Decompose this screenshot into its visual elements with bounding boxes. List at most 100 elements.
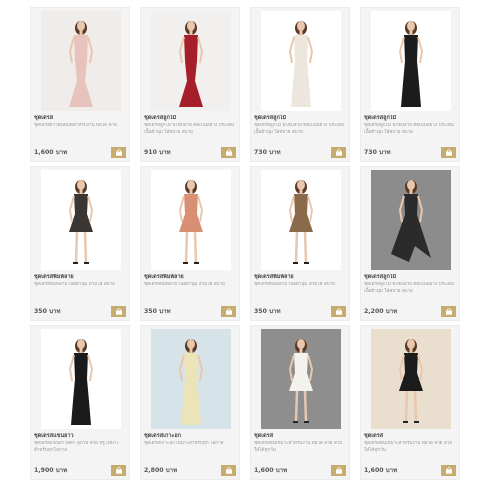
product-grid: ชุดเดรส ชุดเดรสยาวตีนพบดสำหรับงาน พิธีใด … [30,7,460,480]
product-price: 350 บาท [254,308,281,315]
product-info: ชุดเดรสลูกไม้ ชุดเดรสลูกไม้ พิไซปลาย ติดเ… [364,274,456,295]
add-to-cart-button[interactable] [441,306,456,317]
product-image[interactable] [261,170,341,270]
product-image[interactable] [371,170,451,270]
product-price: 1,600 บาท [34,149,68,156]
product-name[interactable]: ชุดเดรส [34,115,126,122]
product-image[interactable] [261,11,341,111]
model-face [297,180,305,190]
product-image[interactable] [151,11,231,111]
product-card[interactable]: ชุดเดรสลูกไม้ ชุดเดรสลูกไม้ พิไซปลาย ติดเ… [250,7,350,162]
product-card[interactable]: ชุดเดรสแขนยาว ชุดเดรสแขนยาวสีดำ สุภาพ สวย… [30,325,130,480]
add-to-cart-button[interactable] [441,465,456,476]
product-info: ชุดเดรส ชุดเดรสสั้นเหมาะสำหรับงาน พิธีใด … [364,433,456,454]
shopping-bag-icon [225,308,232,315]
product-info: ชุดเดรสลูกไม้ ชุดเดรสลูกไม้ พิไซปลาย ติดเ… [254,115,346,136]
add-to-cart-button[interactable] [221,465,236,476]
product-image[interactable] [41,170,121,270]
product-description: ชุดเดรสลูกไม้ พิไซปลาย ติดเป็นอย่าง ประเ… [364,282,454,294]
product-price: 350 บาท [34,308,61,315]
product-info: ชุดเดรสลูกไม้ ชุดเดรสลูกไม้ พิไซปลาย ติดเ… [144,115,236,136]
product-image[interactable] [371,329,451,429]
product-card[interactable]: ชุดเดรสลูกไม้ ชุดเดรสลูกไม้ พิไซปลาย ติดเ… [140,7,240,162]
product-description: ชุดเดรสพิมพ์ลาย เนื้อผ้านุ่ม สวมใส่ สบาย [34,282,115,287]
product-card[interactable]: ชุดเดรสพิมพ์ลาย ชุดเดรสพิมพ์ลาย เนื้อผ้าน… [30,166,130,321]
product-info: ชุดเดรส ชุดเดรสยาวตีนพบดสำหรับงาน พิธีใด … [34,115,126,136]
product-name[interactable]: ชุดเดรส [364,433,456,440]
product-price: 2,200 บาท [364,308,398,315]
shopping-bag-icon [335,149,342,156]
product-image[interactable] [151,329,231,429]
product-name[interactable]: ชุดเดรสพิมพ์ลาย [254,274,346,281]
shopping-bag-icon [445,149,452,156]
product-description: ชุดเดรสลูกไม้ พิไซปลาย ติดเป็นอย่าง ประเ… [254,123,344,135]
shopping-bag-icon [225,467,232,474]
product-card[interactable]: ชุดเดรส ชุดเดรสสั้นเหมาะสำหรับงาน พิธีใด … [250,325,350,480]
product-info: ชุดเดรสพิมพ์ลาย ชุดเดรสพิมพ์ลาย เนื้อผ้าน… [144,274,236,295]
product-name[interactable]: ชุดเดรสลูกไม้ [254,115,346,122]
product-price: 1,900 บาท [34,467,68,474]
product-name[interactable]: ชุดเดรสพิมพ์ลาย [34,274,126,281]
product-image[interactable] [151,170,231,270]
add-to-cart-button[interactable] [111,465,126,476]
shopping-bag-icon [445,308,452,315]
product-card[interactable]: ชุดเดรส ชุดเดรสสั้นเหมาะสำหรับงาน พิธีใด … [360,325,460,480]
product-description: ชุดเดรสลูกไม้ พิไซปลาย ติดเป็นอย่าง ประเ… [144,123,234,135]
product-description: ชุดเดรสเกาะอก เหมาะสำหรับทุก โอกาส [144,441,224,446]
model-face [407,180,415,190]
product-card[interactable]: ชุดเดรสพิมพ์ลาย ชุดเดรสพิมพ์ลาย เนื้อผ้าน… [250,166,350,321]
product-image[interactable] [371,11,451,111]
shopping-bag-icon [115,467,122,474]
product-image[interactable] [41,329,121,429]
product-price: 730 บาท [364,149,391,156]
model-face [187,21,195,31]
product-price: 730 บาท [254,149,281,156]
product-image[interactable] [41,11,121,111]
product-name[interactable]: ชุดเดรสลูกไม้ [364,115,456,122]
product-card[interactable]: ชุดเดรสลูกไม้ ชุดเดรสลูกไม้ พิไซปลาย ติดเ… [360,166,460,321]
model-face [77,21,85,31]
product-name[interactable]: ชุดเดรสแขนยาว [34,433,126,440]
product-description: ชุดเดรสพิมพ์ลาย เนื้อผ้านุ่ม สวมใส่ สบาย [144,282,225,287]
model-face [187,180,195,190]
shopping-bag-icon [445,467,452,474]
product-image[interactable] [261,329,341,429]
product-info: ชุดเดรสพิมพ์ลาย ชุดเดรสพิมพ์ลาย เนื้อผ้าน… [34,274,126,295]
product-name[interactable]: ชุดเดรส [254,433,346,440]
product-name[interactable]: ชุดเดรสพิมพ์ลาย [144,274,236,281]
product-info: ชุดเดรสพิมพ์ลาย ชุดเดรสพิมพ์ลาย เนื้อผ้าน… [254,274,346,295]
product-card[interactable]: ชุดเดรส ชุดเดรสยาวตีนพบดสำหรับงาน พิธีใด … [30,7,130,162]
product-card[interactable]: ชุดเดรสลูกไม้ ชุดเดรสลูกไม้ พิไซปลาย ติดเ… [360,7,460,162]
product-info: ชุดเดรสเกาะอก ชุดเดรสเกาะอก เหมาะสำหรับทุ… [144,433,236,454]
add-to-cart-button[interactable] [331,306,346,317]
add-to-cart-button[interactable] [111,306,126,317]
product-price: 2,800 บาท [144,467,178,474]
product-info: ชุดเดรสลูกไม้ ชุดเดรสลูกไม้ พิไซปลาย ติดเ… [364,115,456,136]
product-price: 1,600 บาท [254,467,288,474]
product-name[interactable]: ชุดเดรสลูกไม้ [144,115,236,122]
add-to-cart-button[interactable] [331,147,346,158]
product-card[interactable]: ชุดเดรสเกาะอก ชุดเดรสเกาะอก เหมาะสำหรับทุ… [140,325,240,480]
add-to-cart-button[interactable] [111,147,126,158]
shopping-bag-icon [335,467,342,474]
model-face [297,21,305,31]
product-description: ชุดเดรสพิมพ์ลาย เนื้อผ้านุ่ม สวมใส่ สบาย [254,282,335,287]
add-to-cart-button[interactable] [221,147,236,158]
model-face [77,339,85,349]
product-info: ชุดเดรส ชุดเดรสสั้นเหมาะสำหรับงาน พิธีใด … [254,433,346,454]
model-face [407,339,415,349]
add-to-cart-button[interactable] [441,147,456,158]
product-description: ชุดเดรสลูกไม้ พิไซปลาย ติดเป็นอย่าง ประเ… [364,123,454,135]
product-name[interactable]: ชุดเดรสเกาะอก [144,433,236,440]
add-to-cart-button[interactable] [221,306,236,317]
product-price: 1,600 บาท [364,467,398,474]
add-to-cart-button[interactable] [331,465,346,476]
model-face [297,339,305,349]
product-name[interactable]: ชุดเดรสลูกไม้ [364,274,456,281]
product-description: ชุดเดรสแขนยาวสีดำ สุภาพ สวย หรู เหมาะสำห… [34,441,119,453]
model-face [407,21,415,31]
model-face [187,339,195,349]
model-face [77,180,85,190]
product-description: ชุดเดรสสั้นเหมาะสำหรับงาน พิธีใด สวย สวม… [254,441,343,453]
product-card[interactable]: ชุดเดรสพิมพ์ลาย ชุดเดรสพิมพ์ลาย เนื้อผ้าน… [140,166,240,321]
